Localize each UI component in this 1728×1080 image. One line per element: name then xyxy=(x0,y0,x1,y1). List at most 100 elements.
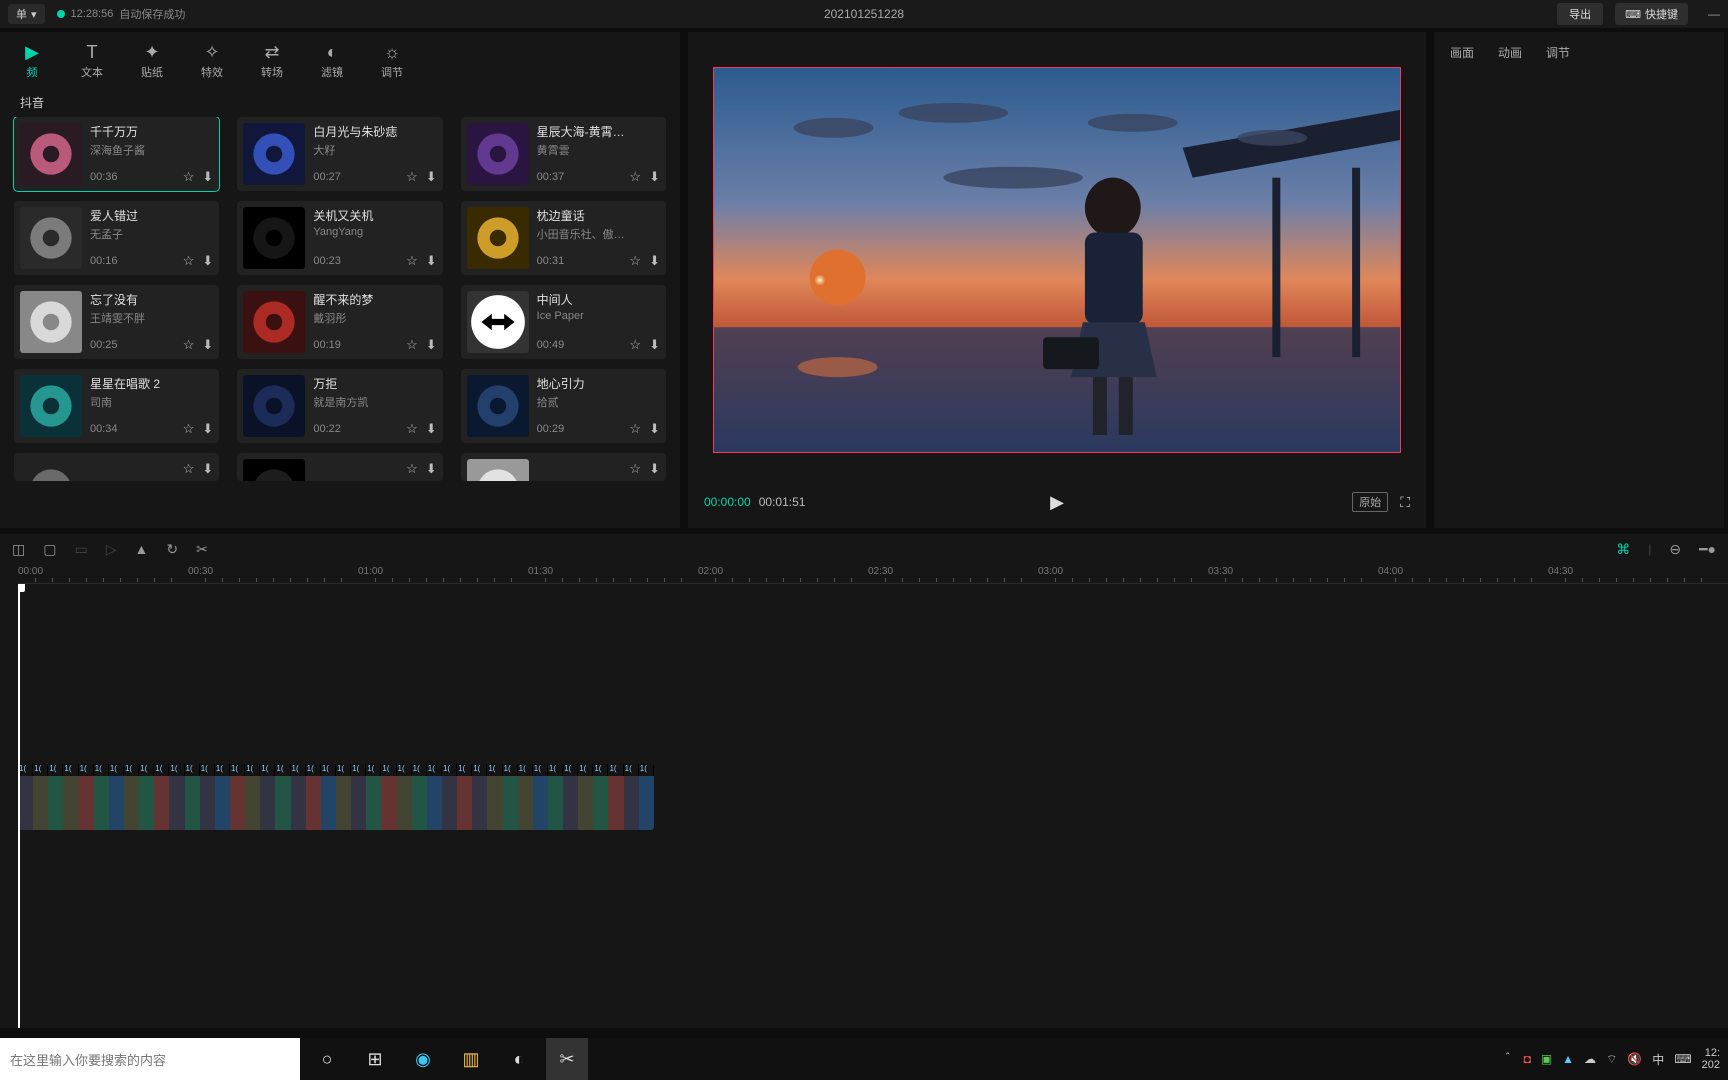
favorite-icon[interactable]: ☆ xyxy=(406,337,418,353)
split-tool-icon[interactable]: ◫ xyxy=(12,541,25,558)
explorer-icon[interactable]: ▥ xyxy=(450,1038,492,1080)
download-icon[interactable]: ⬇ xyxy=(649,337,660,353)
media-tab-label: 转场 xyxy=(261,64,283,80)
music-cover xyxy=(20,459,82,481)
music-card[interactable]: 地心引力 拾贰 00:29 ☆ ⬇ xyxy=(461,369,666,443)
video-clip[interactable]: 1(1(1(1(1(1(1(1(1(1(1(1(1(1(1(1(1(1(1(1(… xyxy=(18,764,654,830)
props-tab-画面[interactable]: 画面 xyxy=(1450,44,1474,61)
music-cover xyxy=(20,375,82,437)
preview-viewport[interactable] xyxy=(713,67,1401,453)
tray-app3-icon[interactable]: ▲ xyxy=(1562,1052,1574,1066)
media-tab-贴纸[interactable]: ✦ 贴纸 xyxy=(124,38,180,84)
media-tab-调节[interactable]: ☼ 调节 xyxy=(364,38,420,84)
timeline-tracks[interactable]: 1(1(1(1(1(1(1(1(1(1(1(1(1(1(1(1(1(1(1(1(… xyxy=(18,584,1728,1028)
music-card[interactable]: 爱人错过 无孟子 00:16 ☆ ⬇ xyxy=(14,201,219,275)
media-tab-滤镜[interactable]: ◐ 滤镜 xyxy=(304,38,360,84)
media-tab-频[interactable]: ▶ 频 xyxy=(4,38,60,84)
minimize-icon[interactable]: — xyxy=(1708,7,1720,21)
media-tab-文本[interactable]: T 文本 xyxy=(64,38,120,84)
download-icon[interactable]: ⬇ xyxy=(426,421,437,437)
music-card[interactable]: 醒不来的梦 戴羽彤 00:19 ☆ ⬇ xyxy=(237,285,442,359)
media-tab-特效[interactable]: ✧ 特效 xyxy=(184,38,240,84)
tray-keyboard-icon[interactable]: ⌨ xyxy=(1674,1052,1691,1066)
music-card[interactable]: 星辰大海-黄霄… 黄霄雲 00:37 ☆ ⬇ xyxy=(461,117,666,191)
favorite-icon[interactable]: ☆ xyxy=(629,337,641,353)
music-card[interactable]: 星星在唱歌 2 司南 00:34 ☆ ⬇ xyxy=(14,369,219,443)
download-icon[interactable]: ⬇ xyxy=(649,461,660,475)
tray-ime-label[interactable]: 中 xyxy=(1652,1051,1664,1068)
favorite-icon[interactable]: ☆ xyxy=(406,421,418,437)
zoom-slider-icon[interactable]: ━● xyxy=(1699,541,1716,558)
tray-app2-icon[interactable]: ▣ xyxy=(1541,1052,1552,1066)
music-card[interactable]: 关机又关机 YangYang 00:23 ☆ ⬇ xyxy=(237,201,442,275)
delete-tool-icon[interactable]: ▢ xyxy=(43,541,56,558)
favorite-icon[interactable]: ☆ xyxy=(183,461,195,475)
music-card[interactable]: 不懂事 ☆ ⬇ xyxy=(237,453,442,481)
favorite-icon[interactable]: ☆ xyxy=(183,337,195,353)
download-icon[interactable]: ⬇ xyxy=(202,421,213,437)
fullscreen-icon[interactable]: ⛶ xyxy=(1400,494,1410,511)
music-artist: Ice Paper xyxy=(537,310,660,322)
favorite-icon[interactable]: ☆ xyxy=(406,253,418,269)
music-card[interactable]: 千千万万 深海鱼子酱 00:36 ☆ ⬇ xyxy=(14,117,219,191)
favorite-icon[interactable]: ☆ xyxy=(629,461,641,475)
windows-taskbar: 在这里输入你要搜索的内容 ○ ⊞ ◉ ▥ ◐ ✂ ＾ ◘ ▣ ▲ ☁ ⌔ 🔇 中… xyxy=(0,1038,1728,1080)
favorite-icon[interactable]: ☆ xyxy=(406,461,418,475)
search-input[interactable]: 在这里输入你要搜索的内容 xyxy=(0,1038,300,1080)
music-card[interactable]: 等你归来（剪辑… ☆ ⬇ xyxy=(14,453,219,481)
favorite-icon[interactable]: ☆ xyxy=(183,169,195,185)
music-card[interactable]: 枕边童话 小田音乐社、傲… 00:31 ☆ ⬇ xyxy=(461,201,666,275)
download-icon[interactable]: ⬇ xyxy=(202,461,213,475)
download-icon[interactable]: ⬇ xyxy=(426,461,437,475)
download-icon[interactable]: ⬇ xyxy=(202,253,213,269)
tray-clock[interactable]: 12: 202 xyxy=(1702,1047,1720,1071)
download-icon[interactable]: ⬇ xyxy=(426,169,437,185)
favorite-icon[interactable]: ☆ xyxy=(629,421,641,437)
favorite-icon[interactable]: ☆ xyxy=(183,421,195,437)
download-icon[interactable]: ⬇ xyxy=(649,253,660,269)
download-icon[interactable]: ⬇ xyxy=(426,337,437,353)
favorite-icon[interactable]: ☆ xyxy=(629,253,641,269)
magnet-icon[interactable]: ⌘ xyxy=(1616,541,1630,558)
music-card[interactable]: 万拒 就是南方凯 00:22 ☆ ⬇ xyxy=(237,369,442,443)
media-tab-转场[interactable]: ⇄ 转场 xyxy=(244,38,300,84)
edge-icon[interactable]: ◉ xyxy=(402,1038,444,1080)
music-duration: 00:29 xyxy=(537,423,565,435)
music-artist: 黄霄雲 xyxy=(537,142,660,158)
menu-button[interactable]: 单 ▾ xyxy=(8,4,45,24)
playhead[interactable] xyxy=(18,584,20,1028)
favorite-icon[interactable]: ☆ xyxy=(629,169,641,185)
tray-wifi-icon[interactable]: ⌔ xyxy=(1606,1052,1617,1067)
mirror-tool-icon[interactable]: ▲ xyxy=(134,541,148,557)
ratio-button[interactable]: 原始 xyxy=(1352,492,1388,512)
jianying-icon[interactable]: ✂ xyxy=(546,1038,588,1080)
favorite-icon[interactable]: ☆ xyxy=(406,169,418,185)
favorite-icon[interactable]: ☆ xyxy=(183,253,195,269)
rotate-tool-icon[interactable]: ↻ xyxy=(166,541,178,558)
obs-icon[interactable]: ◐ xyxy=(498,1038,540,1080)
cortana-icon[interactable]: ○ xyxy=(306,1038,348,1080)
music-card[interactable]: 忘了没有 王靖雯不胖 00:25 ☆ ⬇ xyxy=(14,285,219,359)
music-card[interactable]: 白月光与朱砂痣 大籽 00:27 ☆ ⬇ xyxy=(237,117,442,191)
tray-chevron-icon[interactable]: ＾ xyxy=(1502,1051,1514,1068)
play-button[interactable]: ▶ xyxy=(1050,492,1064,513)
props-tab-动画[interactable]: 动画 xyxy=(1498,44,1522,61)
crop-tool-icon[interactable]: ✂ xyxy=(196,541,208,558)
tray-volume-icon[interactable]: 🔇 xyxy=(1627,1052,1642,1066)
timeline-ruler[interactable]: 00:0000:3001:0001:3002:0002:3003:0003:30… xyxy=(18,564,1728,584)
props-tab-调节[interactable]: 调节 xyxy=(1546,44,1570,61)
tray-onedrive-icon[interactable]: ☁ xyxy=(1584,1052,1596,1066)
taskview-icon[interactable]: ⊞ xyxy=(354,1038,396,1080)
shortcut-button[interactable]: ⌨ 快捷键 xyxy=(1615,3,1688,25)
tray-app1-icon[interactable]: ◘ xyxy=(1524,1052,1531,1066)
download-icon[interactable]: ⬇ xyxy=(202,337,213,353)
music-card[interactable]: 中间人 Ice Paper 00:49 ☆ ⬇ xyxy=(461,285,666,359)
keyboard-icon: ⌨ xyxy=(1625,8,1641,21)
music-card[interactable]: 渐冷 ☆ ⬇ xyxy=(461,453,666,481)
download-icon[interactable]: ⬇ xyxy=(649,421,660,437)
export-button[interactable]: 导出 xyxy=(1557,3,1603,25)
download-icon[interactable]: ⬇ xyxy=(202,169,213,185)
zoom-out-icon[interactable]: ⊖ xyxy=(1669,541,1681,558)
download-icon[interactable]: ⬇ xyxy=(426,253,437,269)
download-icon[interactable]: ⬇ xyxy=(649,169,660,185)
